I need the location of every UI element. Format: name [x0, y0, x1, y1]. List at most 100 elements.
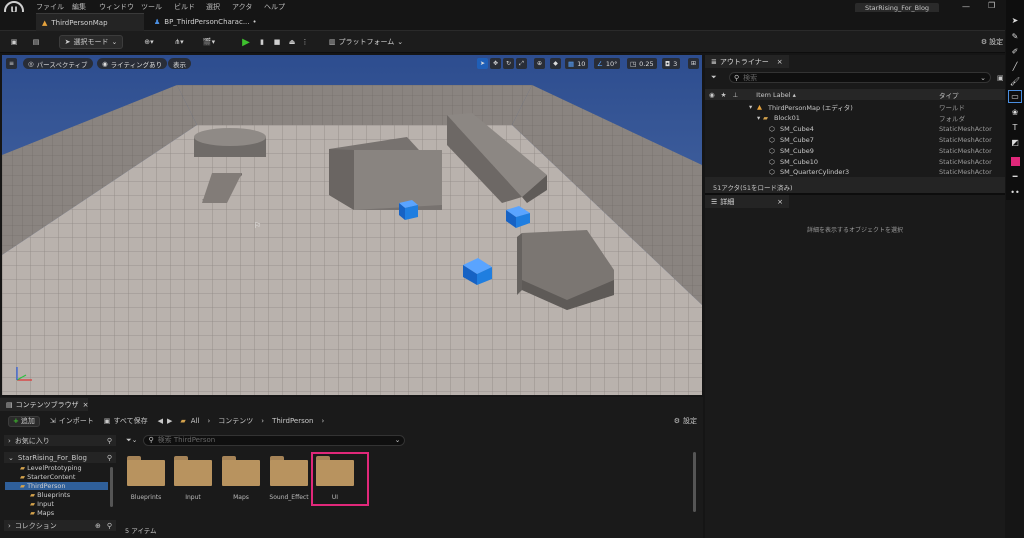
folder-maps[interactable] [222, 456, 260, 486]
list-item[interactable]: ⬡ SM_QuarterCylinder3 StaticMeshActor [705, 168, 1005, 176]
list-item[interactable]: ⬡ SM_Cube9 StaticMeshActor [705, 146, 1005, 156]
list-item[interactable]: ⬡ SM_Cube10 StaticMeshActor [705, 157, 1005, 167]
menu-edit[interactable]: 編集 [72, 2, 86, 12]
filter-icon[interactable]: ⏷ [711, 73, 725, 82]
world-space-icon[interactable]: ⊕ [534, 58, 545, 69]
tree-item-maps[interactable]: ▰ Maps [30, 509, 54, 517]
select-arrow-icon[interactable]: ➤ [1008, 14, 1022, 27]
move-tool-icon[interactable]: ✥ [490, 58, 501, 69]
search-icon[interactable]: ⚲ [107, 437, 112, 445]
scale-snap-toggle[interactable]: ◳ 0.25 [627, 58, 657, 69]
play-options-icon[interactable]: ⋮ [300, 35, 310, 49]
list-item[interactable]: ▾ ▲ ThirdPersonMap (エディタ) ワールド [705, 102, 1005, 112]
blueprint-menu-icon[interactable]: ⋔▾ [170, 35, 188, 49]
tree-item-input[interactable]: ▰ Input [30, 500, 54, 508]
viewport-menu-icon[interactable]: ≡ [6, 58, 17, 69]
menu-actor[interactable]: アクタ [232, 2, 252, 12]
play-button[interactable]: ▶ [240, 35, 252, 49]
show-button[interactable]: 表示 [168, 58, 191, 69]
back-icon[interactable]: ◀ [158, 417, 163, 425]
rotate-tool-icon[interactable]: ↻ [503, 58, 514, 69]
folder-ui[interactable] [316, 456, 354, 486]
add-button[interactable]: + 追加 [8, 415, 40, 427]
content-browser-tab[interactable]: ▤ コンテンツブラウザ × [0, 398, 89, 411]
save-icon[interactable]: ▣ [8, 35, 20, 49]
cinematics-icon[interactable]: 🎬▾ [200, 35, 218, 49]
add-collection-icon[interactable]: ⊕ [95, 522, 101, 530]
folder-blueprints[interactable] [127, 456, 165, 486]
line-icon[interactable]: ╱ [1008, 60, 1022, 73]
forward-icon[interactable]: ▶ [167, 417, 172, 425]
breadcrumb-content[interactable]: コンテンツ [218, 416, 253, 426]
tree-item-startercontent[interactable]: ▰ StarterContent [20, 473, 75, 481]
stamp-icon[interactable]: ❀ [1008, 106, 1022, 119]
menu-window[interactable]: ウィンドウ [99, 2, 134, 12]
eject-icon[interactable]: ⏏ [286, 35, 298, 49]
asset-search-input[interactable]: ⚲ 検索 ThirdPerson ⌄ [143, 434, 406, 446]
lighting-button[interactable]: ◉ ライティングあり [97, 58, 168, 69]
col-item-label[interactable]: Item Label ▴ [756, 91, 796, 99]
select-mode-dropdown[interactable]: ➤ 選択モード ⌄ [59, 35, 123, 49]
pin-icon[interactable]: ⊥ [733, 91, 739, 99]
save-all-button[interactable]: ▣ すべて保存 [104, 416, 148, 426]
list-item[interactable]: ⬡ SM_Cube7 StaticMeshActor [705, 135, 1005, 145]
cb-settings-button[interactable]: ⚙ 設定 [674, 416, 697, 426]
close-icon[interactable]: × [83, 401, 89, 409]
tree-item-levelprototyping[interactable]: ▰ LevelPrototyping [20, 464, 82, 472]
maximize-icon[interactable]: ❐ [988, 1, 995, 10]
more-icon[interactable]: •• [1008, 186, 1022, 199]
folder-nav-icon[interactable]: ▰ [180, 417, 185, 425]
tab-bp-character[interactable]: ♟ BP_ThirdPersonCharac... • [148, 13, 258, 31]
details-tab[interactable]: ☰ 詳細 × [705, 195, 789, 208]
level-viewport[interactable]: ⚐ ≡ ◎ パースペクティブ ◉ ライティングあり 表示 ➤ ✥ ↻ ⤢ ⊕ ◆… [2, 55, 702, 395]
eraser-icon[interactable]: ◩ [1008, 136, 1022, 149]
asset-scrollbar[interactable] [693, 452, 696, 512]
settings-button[interactable]: ⚙ 設定 [978, 35, 1006, 49]
perspective-button[interactable]: ◎ パースペクティブ [23, 58, 93, 69]
filter-icon[interactable]: ⏷⌄ [126, 436, 137, 445]
menu-help[interactable]: ヘルプ [264, 2, 285, 12]
surface-snap-icon[interactable]: ◆ [550, 58, 561, 69]
add-folder-icon[interactable]: ▣ [997, 74, 1004, 82]
menu-build[interactable]: ビルド [174, 2, 195, 12]
select-tool-icon[interactable]: ➤ [477, 58, 488, 69]
rotation-snap-toggle[interactable]: ∠ 10° [594, 58, 621, 69]
marker-icon[interactable]: ✐ [1008, 45, 1022, 58]
grid-snap-toggle[interactable]: ▦ 10 [565, 58, 589, 69]
project-root-header[interactable]: ⌄ StarRising_For_Blog ⚲ [4, 452, 116, 463]
close-icon[interactable]: × [777, 198, 783, 206]
col-type[interactable]: タイプ [939, 90, 959, 100]
folder-sound-effect[interactable] [270, 456, 308, 486]
search-icon[interactable]: ⚲ [107, 454, 112, 462]
import-button[interactable]: ⇲ インポート [50, 416, 94, 426]
tree-item-thirdperson[interactable]: ▰ ThirdPerson [5, 482, 108, 490]
step-icon[interactable]: ▮ [256, 35, 268, 49]
add-actor-icon[interactable]: ⊕▾ [140, 35, 158, 49]
folder-input[interactable] [174, 456, 212, 486]
color-swatch[interactable] [1008, 155, 1022, 168]
stop-icon[interactable]: ■ [271, 35, 283, 49]
content-icon[interactable]: ▤ [30, 35, 42, 49]
menu-tools[interactable]: ツール [141, 2, 162, 12]
tree-scrollbar[interactable] [110, 467, 113, 507]
maximize-viewport-icon[interactable]: ⊞ [688, 58, 699, 69]
expand-icon[interactable]: ▾ [749, 103, 752, 111]
breadcrumb-thirdperson[interactable]: ThirdPerson [272, 417, 313, 425]
scale-tool-icon[interactable]: ⤢ [516, 58, 527, 69]
platform-dropdown[interactable]: ▥ プラットフォーム ⌄ [329, 35, 403, 49]
camera-speed[interactable]: ◘ 3 [662, 58, 681, 69]
visibility-icon[interactable]: ◉ [709, 91, 715, 99]
list-item[interactable]: ▾ ▰ Block01 フォルダ [705, 113, 1005, 123]
star-icon[interactable]: ★ [721, 91, 727, 99]
pen-icon[interactable]: ✎ [1008, 30, 1022, 43]
outliner-search-input[interactable]: ⚲ 検索 ⌄ [729, 72, 991, 83]
search-icon[interactable]: ⚲ [107, 522, 112, 530]
list-item[interactable]: ⬡ SM_Cube4 StaticMeshActor [705, 124, 1005, 134]
brush-icon[interactable]: 🖌 [1008, 75, 1022, 88]
menu-select[interactable]: 選択 [206, 2, 220, 12]
collections-header[interactable]: › コレクション ⊕ ⚲ [4, 520, 116, 531]
menu-file[interactable]: ファイル [36, 2, 64, 12]
tab-third-person-map[interactable]: ▲ ThirdPersonMap [36, 13, 144, 31]
expand-icon[interactable]: ▾ [757, 114, 760, 122]
minimize-icon[interactable]: — [962, 2, 970, 11]
